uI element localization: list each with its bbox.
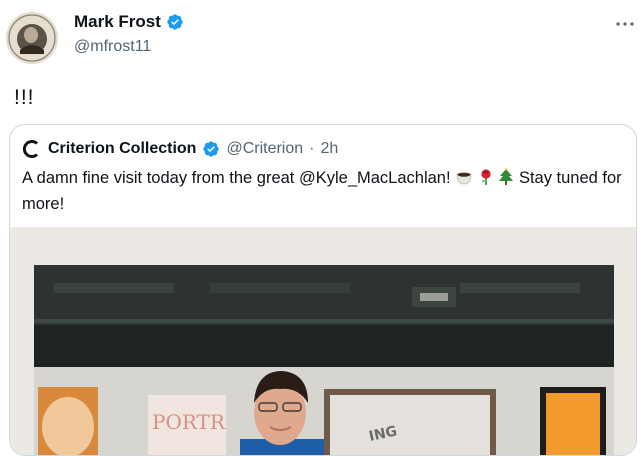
quoted-author-handle: @Criterion	[226, 140, 304, 157]
quoted-tweet-time: 2h	[320, 140, 339, 157]
tweet-photo[interactable]: PORTR ING	[10, 227, 636, 455]
author-name-row[interactable]: Mark Frost	[74, 12, 184, 32]
author-handle[interactable]: @mfrost11	[74, 38, 151, 56]
photo-scene: PORTR ING	[10, 227, 636, 455]
quoted-tweet-text: A damn fine visit today from the great @…	[22, 167, 622, 216]
author-name[interactable]: Mark Frost	[74, 12, 161, 32]
quoted-tweet-card[interactable]: Criterion Collection @Criterion · 2h A d…	[9, 124, 637, 456]
author-avatar[interactable]	[6, 12, 58, 64]
verified-badge-icon	[166, 13, 184, 31]
coffee-icon	[455, 168, 473, 193]
verified-badge-icon	[202, 140, 220, 158]
tree-icon	[498, 168, 514, 193]
photo-sign-text: PORTR	[152, 410, 226, 434]
rose-icon	[478, 168, 494, 193]
quoted-text-before: A damn fine visit today from the great @…	[22, 169, 451, 187]
quoted-tweet-header: Criterion Collection @Criterion · 2h	[22, 139, 338, 159]
meta-separator: ·	[309, 140, 315, 157]
quoted-author-name: Criterion Collection	[48, 140, 197, 157]
more-options-icon[interactable]	[612, 14, 638, 34]
criterion-logo-icon	[22, 139, 42, 159]
tweet-text: !!!	[14, 86, 35, 109]
